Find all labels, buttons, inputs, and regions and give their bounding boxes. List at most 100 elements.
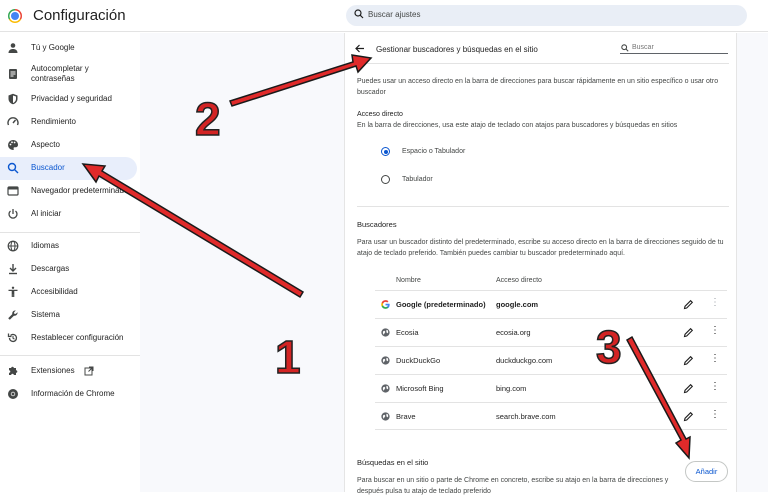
- sidebar-divider: [0, 232, 140, 233]
- sidebar-item-label: Idiomas: [31, 241, 60, 250]
- more-options-icon[interactable]: ⋮: [710, 298, 720, 308]
- shield-icon: [8, 93, 18, 105]
- palette-icon: [8, 140, 19, 150]
- sidebar-item-label: Al iniciar: [31, 209, 62, 218]
- sidebar: Tú y Google Autocompletar y contraseñas …: [0, 33, 140, 492]
- sidebar-item-privacy[interactable]: Privacidad y seguridad: [0, 88, 137, 111]
- wrench-icon: [8, 310, 18, 320]
- sidebar-item-autofill[interactable]: Autocompletar y contraseñas: [0, 62, 137, 85]
- edit-icon[interactable]: [683, 327, 694, 338]
- sidebar-item-label: Información de Chrome: [31, 389, 115, 398]
- settings-search-input[interactable]: Buscar ajustes: [346, 5, 747, 26]
- table-row[interactable]: Brave search.brave.com ⋮: [375, 402, 727, 430]
- engines-description: Para usar un buscador distinto del prede…: [357, 239, 724, 257]
- divider: [357, 206, 729, 207]
- sidebar-item-accessibility[interactable]: Accesibilidad: [0, 281, 137, 304]
- sidebar-item-performance[interactable]: Rendimiento: [0, 111, 137, 134]
- chrome-icon: [8, 389, 18, 399]
- more-options-icon[interactable]: ⋮: [710, 382, 720, 392]
- sidebar-item-about-chrome[interactable]: Información de Chrome: [0, 383, 137, 406]
- search-icon: [621, 44, 629, 52]
- reset-icon: [7, 333, 18, 343]
- radio-label: Tabulador: [402, 176, 433, 183]
- puzzle-icon: [9, 366, 18, 375]
- edit-icon[interactable]: [683, 411, 694, 422]
- annotation-number-3: 3: [595, 320, 622, 374]
- sidebar-item-system[interactable]: Sistema: [0, 304, 137, 327]
- table-row[interactable]: Ecosia ecosia.org ⋮: [375, 318, 727, 346]
- sidebar-item-label: Sistema: [31, 310, 60, 319]
- more-options-icon[interactable]: ⋮: [710, 326, 720, 336]
- accessibility-icon: [8, 286, 18, 297]
- back-arrow-icon[interactable]: [355, 44, 365, 53]
- sidebar-item-languages[interactable]: Idiomas: [0, 235, 137, 258]
- site-search-title: Búsquedas en el sitio: [357, 458, 429, 467]
- engines-search-field[interactable]: [620, 42, 728, 54]
- search-placeholder: Buscar ajustes: [368, 10, 421, 19]
- sidebar-item-downloads[interactable]: Descargas: [0, 258, 137, 281]
- sidebar-item-on-startup[interactable]: Al iniciar: [0, 203, 137, 226]
- engine-name: Brave: [396, 412, 416, 421]
- sidebar-item-search-engine[interactable]: Buscador: [0, 157, 137, 180]
- edit-icon[interactable]: [683, 383, 694, 394]
- edit-icon[interactable]: [683, 299, 694, 310]
- sidebar-item-appearance[interactable]: Aspecto: [0, 134, 137, 157]
- engine-shortcut: google.com: [496, 300, 539, 309]
- globe-icon: [381, 384, 390, 393]
- browser-icon: [7, 186, 19, 196]
- radio-space-or-tab[interactable]: [381, 147, 390, 156]
- sidebar-item-label: Autocompletar y contraseñas: [31, 64, 89, 83]
- panel-title: Gestionar buscadores y búsquedas en el s…: [376, 45, 538, 54]
- sidebar-item-label: Accesibilidad: [31, 287, 78, 296]
- globe-icon: [381, 356, 390, 365]
- engine-shortcut: duckduckgo.com: [496, 356, 553, 365]
- engine-shortcut: ecosia.org: [496, 328, 531, 337]
- engines-title: Buscadores: [357, 220, 397, 229]
- sidebar-item-label: Aspecto: [31, 140, 60, 149]
- table-row[interactable]: Google (predeterminado) google.com ⋮: [375, 290, 727, 318]
- chrome-logo-icon: [8, 9, 22, 23]
- radio-tab[interactable]: [381, 175, 390, 184]
- shortcut-description: En la barra de direcciones, usa este ata…: [357, 122, 678, 129]
- gauge-icon: [7, 117, 19, 126]
- table-row[interactable]: DuckDuckGo duckduckgo.com ⋮: [375, 346, 727, 374]
- add-site-search-button[interactable]: Añadir: [685, 461, 728, 482]
- engine-shortcut: bing.com: [496, 384, 527, 393]
- site-search-description: Para buscar en un sitio o parte de Chrom…: [357, 477, 669, 495]
- globe-icon: [381, 412, 390, 421]
- more-options-icon[interactable]: ⋮: [710, 410, 720, 420]
- edit-icon[interactable]: [683, 355, 694, 366]
- engine-shortcut: search.brave.com: [496, 412, 556, 421]
- top-bar: Configuración Buscar ajustes: [0, 0, 768, 32]
- radio-label: Espacio o Tabulador: [402, 148, 466, 155]
- sidebar-item-reset[interactable]: Restablecer configuración: [0, 327, 137, 350]
- table-row[interactable]: Microsoft Bing bing.com ⋮: [375, 374, 727, 402]
- sidebar-item-label: Restablecer configuración: [31, 333, 124, 342]
- page-title: Configuración: [33, 7, 126, 24]
- document-icon: [9, 69, 17, 79]
- search-icon: [7, 162, 19, 174]
- sidebar-item-label: Tú y Google: [31, 43, 75, 52]
- sidebar-item-you-and-google[interactable]: Tú y Google: [0, 37, 137, 60]
- sidebar-item-extensions[interactable]: Extensiones: [0, 360, 137, 383]
- sidebar-item-default-browser[interactable]: Navegador predeterminado: [0, 180, 137, 203]
- sidebar-item-label: Buscador: [31, 163, 65, 172]
- search-icon: [354, 9, 364, 19]
- person-icon: [8, 43, 18, 53]
- sidebar-item-label: Rendimiento: [31, 117, 76, 126]
- annotation-number-2: 2: [194, 92, 221, 146]
- annotation-number-1: 1: [274, 330, 301, 384]
- intro-text: Puedes usar un acceso directo en la barr…: [357, 78, 719, 96]
- download-icon: [9, 264, 17, 275]
- column-header-name: Nombre: [396, 277, 421, 284]
- sidebar-item-label: Extensiones: [31, 366, 75, 375]
- engine-name: DuckDuckGo: [396, 356, 441, 365]
- engine-name: Microsoft Bing: [396, 384, 444, 393]
- sidebar-item-label: Navegador predeterminado: [31, 186, 129, 195]
- sidebar-item-label: Descargas: [31, 264, 70, 273]
- more-options-icon[interactable]: ⋮: [710, 354, 720, 364]
- power-icon: [8, 209, 18, 219]
- divider: [357, 63, 729, 64]
- globe-icon: [7, 240, 19, 252]
- engines-search-input[interactable]: [632, 42, 726, 53]
